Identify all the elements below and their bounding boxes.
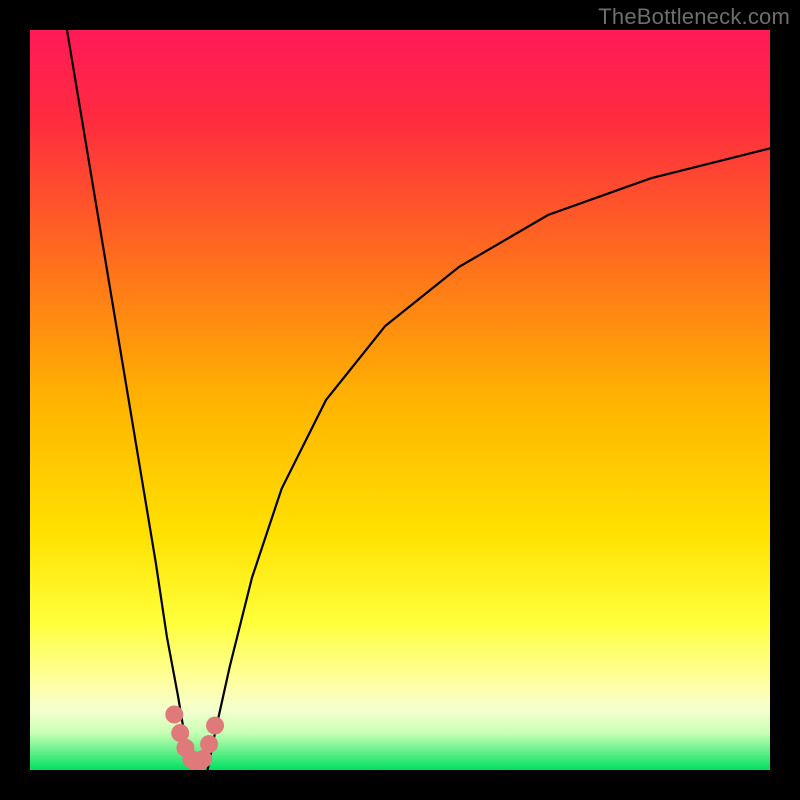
marker-dot — [206, 717, 224, 735]
gradient-background — [30, 30, 770, 770]
bottleneck-plot — [30, 30, 770, 770]
watermark-text: TheBottleneck.com — [598, 4, 790, 30]
marker-dot — [200, 735, 218, 753]
outer-frame: TheBottleneck.com — [0, 0, 800, 800]
marker-dot — [165, 706, 183, 724]
